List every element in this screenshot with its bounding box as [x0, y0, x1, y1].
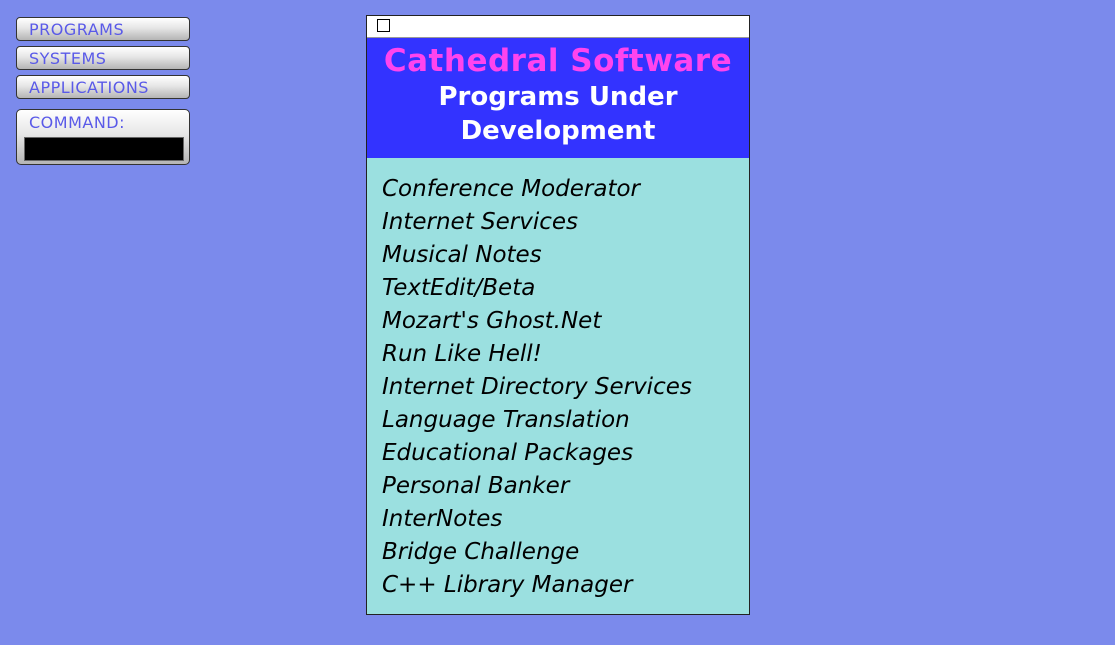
- program-list-item[interactable]: Musical Notes: [382, 239, 749, 272]
- applications-button[interactable]: APPLICATIONS: [16, 75, 190, 99]
- program-list: Conference Moderator Internet Services Mus…: [367, 158, 749, 602]
- frame-checkbox[interactable]: [377, 19, 390, 32]
- programs-button[interactable]: PROGRAMS: [16, 17, 190, 41]
- program-list-item[interactable]: Internet Services: [382, 206, 749, 239]
- command-label: COMMAND:: [29, 113, 125, 132]
- brand-title: Cathedral Software: [383, 43, 733, 79]
- program-list-item[interactable]: InterNotes: [382, 503, 749, 536]
- program-list-item[interactable]: Internet Directory Services: [382, 371, 749, 404]
- program-list-item[interactable]: Conference Moderator: [382, 173, 749, 206]
- systems-button[interactable]: SYSTEMS: [16, 46, 190, 70]
- program-list-item[interactable]: TextEdit/Beta: [382, 272, 749, 305]
- program-list-item[interactable]: Language Translation: [382, 404, 749, 437]
- program-list-item[interactable]: Run Like Hell!: [382, 338, 749, 371]
- page-heading: Programs Under Development: [438, 82, 678, 146]
- program-list-item[interactable]: Bridge Challenge: [382, 536, 749, 569]
- header-block: Cathedral Software Programs Under Develo…: [367, 38, 749, 158]
- program-list-item[interactable]: Educational Packages: [382, 437, 749, 470]
- command-input[interactable]: [24, 137, 184, 161]
- program-list-item[interactable]: C++ Library Manager: [382, 569, 749, 602]
- page: PROGRAMS SYSTEMS APPLICATIONS COMMAND: C…: [0, 0, 1115, 645]
- program-frame: Cathedral Software Programs Under Develo…: [366, 15, 750, 615]
- frame-topbar: [367, 16, 749, 38]
- program-list-item[interactable]: Mozart's Ghost.Net: [382, 305, 749, 338]
- program-list-item[interactable]: Personal Banker: [382, 470, 749, 503]
- command-panel: COMMAND:: [16, 109, 190, 165]
